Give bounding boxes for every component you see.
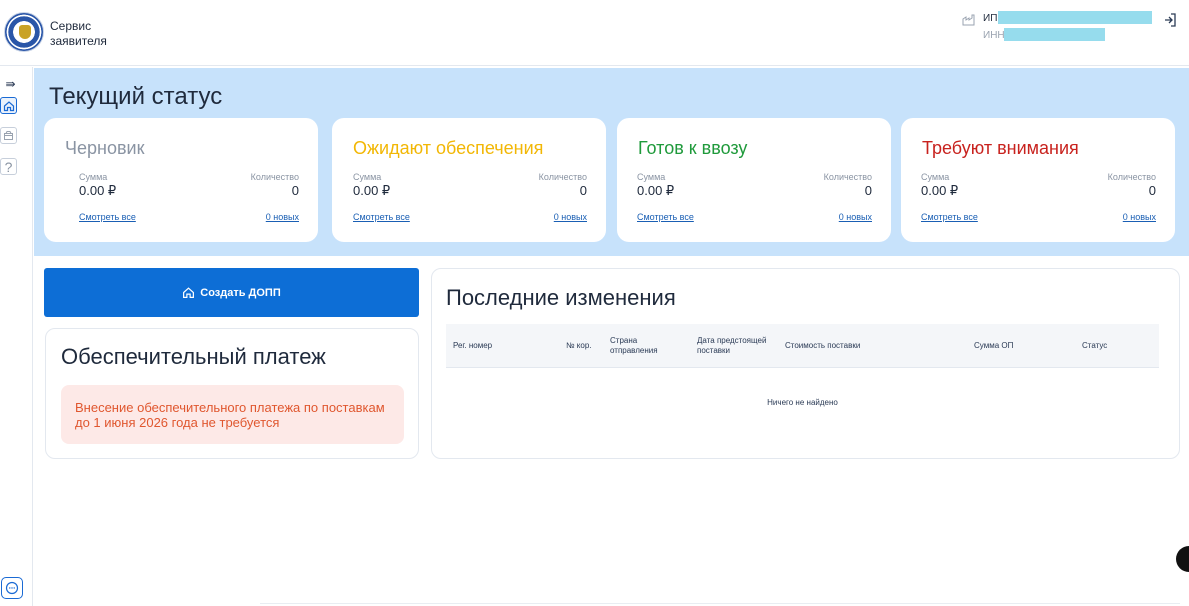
help-icon[interactable]: ?: [0, 158, 17, 175]
count-value: 0: [579, 183, 587, 198]
new-count-link[interactable]: 0 новых: [839, 212, 872, 222]
column-header[interactable]: Страна отправления: [610, 336, 668, 356]
brand-line2: заявителя: [50, 34, 107, 48]
view-all-link[interactable]: Смотреть все: [79, 212, 136, 222]
redacted-inn: [1004, 28, 1105, 41]
sum-label: Сумма: [353, 172, 382, 182]
status-card-awaiting[interactable]: Ожидают обеспечения Сумма 0.00 ₽ Количес…: [332, 118, 606, 242]
count-label: Количество: [538, 172, 587, 182]
column-header[interactable]: Рег. номер: [453, 341, 492, 351]
sidebar-expand-icon[interactable]: ⇛: [2, 75, 19, 92]
eagle-emblem-icon: [19, 25, 31, 39]
inn-label: ИНН: [983, 30, 1005, 41]
payment-notice: Внесение обеспечительного платежа по пос…: [61, 385, 404, 444]
brand-line1: Сервис: [50, 19, 92, 33]
changes-title: Последние изменения: [446, 285, 676, 310]
view-all-link[interactable]: Смотреть все: [637, 212, 694, 222]
column-header[interactable]: Стоимость поставки: [785, 341, 860, 351]
new-count-link[interactable]: 0 новых: [266, 212, 299, 222]
new-count-link[interactable]: 0 новых: [554, 212, 587, 222]
home-icon[interactable]: [0, 97, 17, 114]
status-card-draft[interactable]: Черновик Сумма 0.00 ₽ Количество 0 Смотр…: [44, 118, 318, 242]
recent-changes-panel: Последние изменения Рег. номер № кор. Ст…: [431, 268, 1180, 459]
status-card-ready[interactable]: Готов к ввозу Сумма 0.00 ₽ Количество 0 …: [617, 118, 891, 242]
factory-icon: [962, 14, 975, 26]
current-status-section: Текущий статус Черновик Сумма 0.00 ₽ Кол…: [34, 68, 1189, 256]
count-value: 0: [1148, 183, 1156, 198]
view-all-link[interactable]: Смотреть все: [353, 212, 410, 222]
new-count-link[interactable]: 0 новых: [1123, 212, 1156, 222]
sum-value: 0.00 ₽: [921, 183, 959, 198]
card-title: Черновик: [65, 138, 145, 158]
scroll-button[interactable]: [1176, 546, 1189, 572]
sum-label: Сумма: [637, 172, 666, 182]
count-label: Количество: [823, 172, 872, 182]
column-header[interactable]: Сумма ОП: [974, 341, 1013, 351]
home-icon: [183, 287, 195, 298]
chat-icon[interactable]: [1, 577, 23, 599]
header: Сервис заявителя ИП ИНН: [0, 0, 1189, 66]
fns-logo: [4, 12, 44, 52]
user-type: ИП: [983, 13, 998, 24]
security-payment-card: Обеспечительный платеж Внесение обеспечи…: [45, 328, 419, 459]
count-value: 0: [291, 183, 299, 198]
column-header[interactable]: Дата предстоящей поставки: [697, 336, 775, 356]
sum-value: 0.00 ₽: [79, 183, 117, 198]
status-title: Текущий статус: [49, 83, 223, 110]
card-title: Требуют внимания: [922, 138, 1079, 158]
create-dopp-label: Создать ДОПП: [200, 286, 281, 299]
box-icon[interactable]: [0, 127, 17, 144]
redacted-name: [998, 11, 1152, 24]
column-header[interactable]: № кор.: [566, 341, 592, 351]
divider: [260, 603, 1180, 604]
column-header[interactable]: Статус: [1082, 341, 1107, 351]
count-label: Количество: [1107, 172, 1156, 182]
card-title: Готов к ввозу: [638, 138, 748, 158]
sum-value: 0.00 ₽: [353, 183, 391, 198]
service-brand[interactable]: Сервис заявителя: [50, 19, 107, 49]
table-header: Рег. номер № кор. Страна отправления Дат…: [446, 324, 1159, 368]
create-dopp-button[interactable]: Создать ДОПП: [44, 268, 419, 317]
count-value: 0: [864, 183, 872, 198]
count-label: Количество: [250, 172, 299, 182]
sum-value: 0.00 ₽: [637, 183, 675, 198]
status-card-attention[interactable]: Требуют внимания Сумма 0.00 ₽ Количество…: [901, 118, 1175, 242]
sidebar: ⇛ ?: [0, 67, 33, 606]
sum-label: Сумма: [921, 172, 950, 182]
card-title: Ожидают обеспечения: [353, 138, 544, 158]
user-info[interactable]: ИП ИНН: [962, 10, 1162, 46]
payment-title: Обеспечительный платеж: [61, 344, 326, 369]
empty-state: Ничего не найдено: [767, 398, 838, 407]
sum-label: Сумма: [79, 172, 108, 182]
view-all-link[interactable]: Смотреть все: [921, 212, 978, 222]
logout-icon[interactable]: [1163, 13, 1177, 27]
